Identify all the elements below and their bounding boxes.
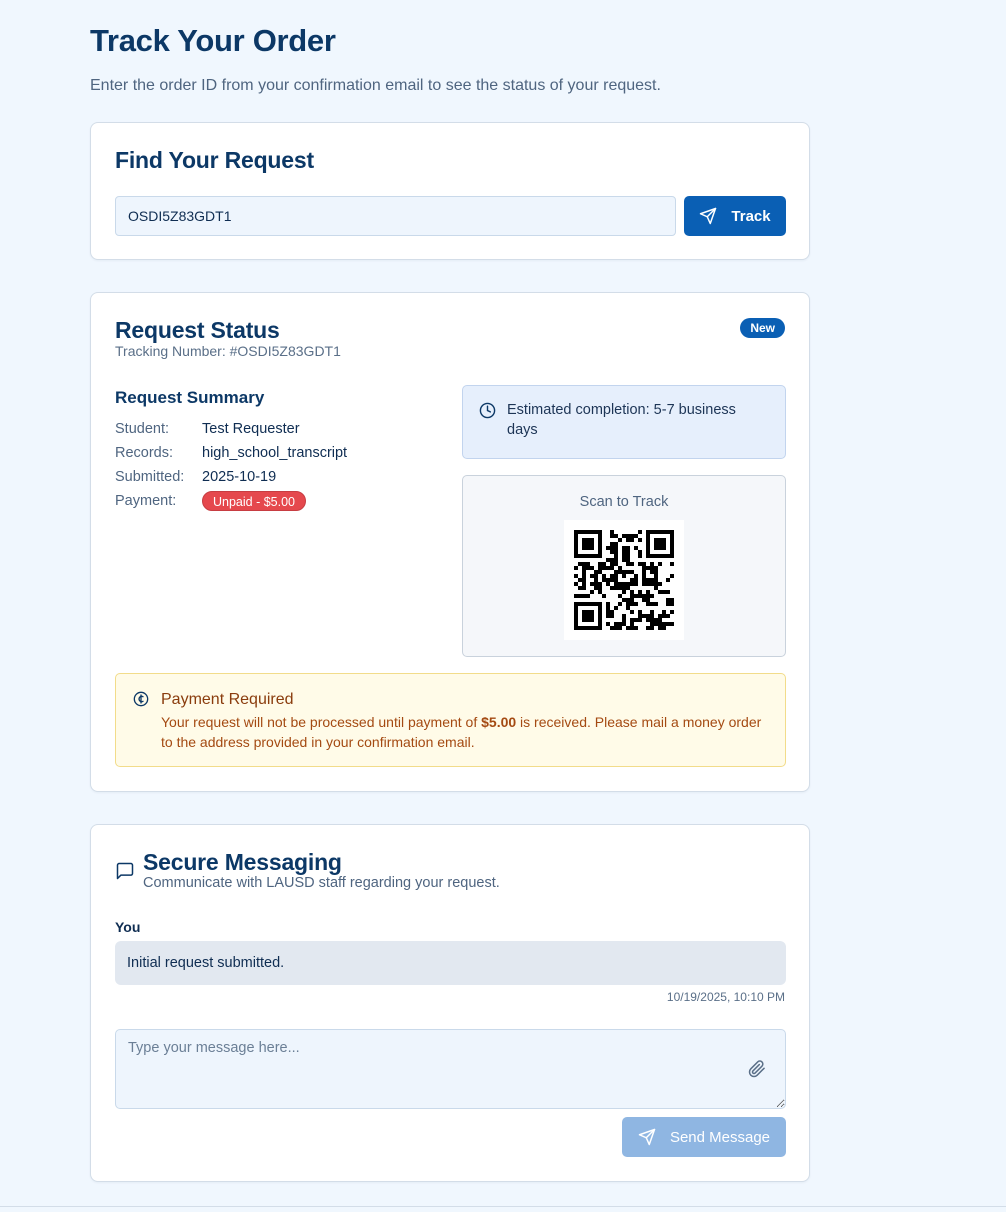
summary-label: Student: [115,421,170,437]
message-input[interactable] [115,1029,786,1109]
page-content: Track Your Order Enter the order ID from… [90,0,810,1182]
summary-value: 2025-10-19 [202,469,277,485]
send-icon [700,207,717,225]
page-title: Track Your Order [90,23,336,58]
payment-status-badge: Unpaid - $5.00 [202,491,307,511]
status-badge: New [740,318,785,338]
request-status-title: Request Status [115,317,280,343]
secure-messaging-card: Secure Messaging Communicate with LAUSD … [90,824,810,1182]
message-timestamp: 10/19/2025, 10:10 PM [666,990,785,1004]
request-summary-title: Request Summary [115,388,265,407]
send-message-button[interactable]: Send Message [622,1117,786,1157]
find-request-card: Find Your Request Track [90,122,810,260]
tracking-number: Tracking Number: #OSDI5Z83GDT1 [115,343,341,359]
currency-circle-icon [133,691,149,707]
summary-value: Test Requester [202,421,300,437]
message-bubble: Initial request submitted. [115,941,786,985]
find-request-title: Find Your Request [115,147,314,173]
summary-row-payment: Payment: Unpaid - $5.00 [115,489,435,513]
track-button[interactable]: Track [684,196,786,236]
order-id-input[interactable] [115,196,676,236]
request-summary: Student: Test Requester Records: high_sc… [115,417,435,513]
estimated-completion-text: Estimated completion: 5-7 business days [507,402,736,438]
secure-messaging-subtitle: Communicate with LAUSD staff regarding y… [143,875,500,891]
estimated-completion: Estimated completion: 5-7 business days [462,385,786,459]
summary-row-student: Student: Test Requester [115,417,435,441]
qr-code [564,520,684,640]
paperclip-icon[interactable] [748,1060,766,1078]
send-message-label: Send Message [669,1128,771,1146]
payment-alert-text: Your request will not be processed until… [161,714,482,730]
summary-value: high_school_transcript [202,445,348,461]
secure-messaging-title: Secure Messaging [143,849,342,875]
send-icon [638,1128,656,1146]
summary-row-records: Records: high_school_transcript [115,441,435,465]
payment-required-alert: Payment Required Your request will not b… [115,673,786,767]
qr-label: Scan to Track [579,494,669,510]
payment-alert-title: Payment Required [161,691,294,708]
summary-row-submitted: Submitted: 2025-10-19 [115,465,435,489]
summary-label: Submitted: [115,469,185,485]
page-subtitle: Enter the order ID from your confirmatio… [90,77,661,94]
qr-code-panel: Scan to Track [462,475,786,657]
summary-label: Records: [115,445,174,461]
track-button-label: Track [731,207,771,225]
message-square-icon [116,862,134,880]
payment-amount: $5.00 [481,714,517,730]
footer-divider [0,1206,1006,1207]
summary-label: Payment: [115,493,177,509]
payment-alert-body: Your request will not be processed until… [161,712,767,752]
message-author: You [115,919,141,935]
request-status-card: Request Status Tracking Number: #OSDI5Z8… [90,292,810,792]
clock-icon [479,402,496,419]
